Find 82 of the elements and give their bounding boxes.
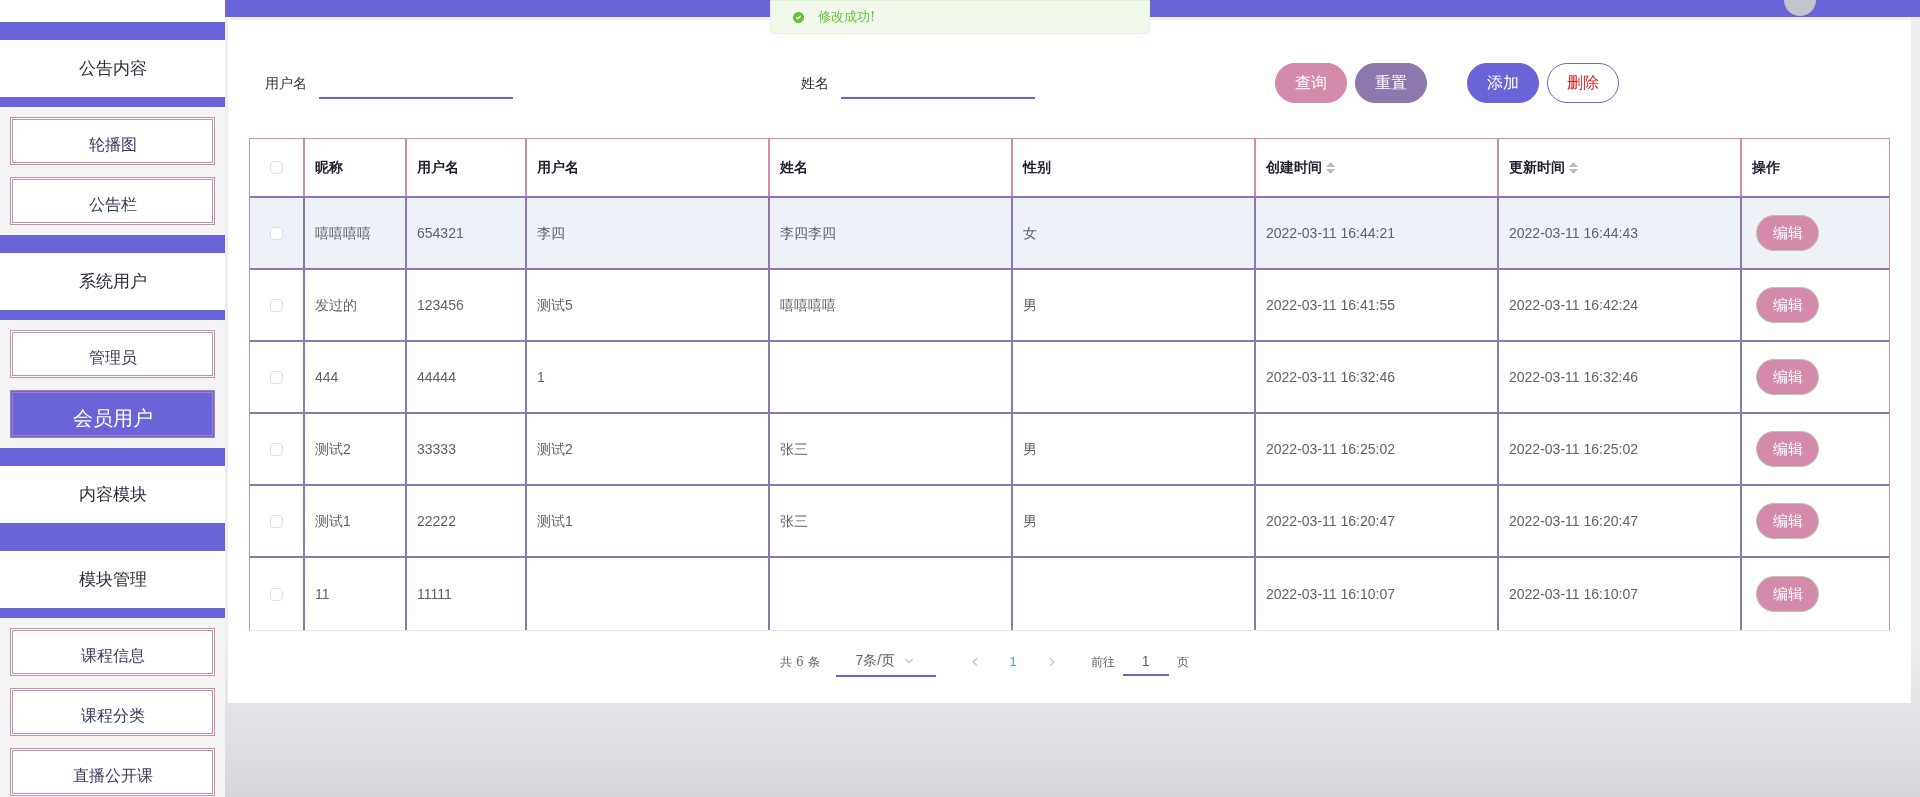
column-header: 操作 <box>1751 158 1781 177</box>
table-cell-text: 44444 <box>417 367 456 387</box>
column-header: 性别 <box>1013 139 1256 196</box>
menu-group[interactable]: 公告内容 <box>0 40 225 97</box>
table-cell-text: 2022-03-11 16:32:46 <box>1509 367 1638 387</box>
table-cell-text: 2022-03-11 16:44:21 <box>1266 223 1395 243</box>
search-label: 姓名 <box>800 73 829 93</box>
page-size-select[interactable]: 7条/页 <box>835 646 936 677</box>
search-label: 用户名 <box>264 73 307 93</box>
action-button[interactable]: 添加 <box>1467 63 1539 103</box>
action-button[interactable]: 删除 <box>1547 63 1619 103</box>
column-header[interactable]: 更新时间 <box>1499 139 1742 196</box>
table-row[interactable]: 444 44444 1 2022-03-11 16:32:46 2022-03-11 16:32:46 编辑 <box>250 342 1889 414</box>
table-cell-text: 2022-03-11 16:20:47 <box>1266 511 1395 531</box>
table-cell-text: 李四李四 <box>780 223 836 243</box>
column-header: 昵称 <box>305 139 407 196</box>
table-cell-text: 测试2 <box>315 439 351 459</box>
table-cell-text: 33333 <box>417 439 456 459</box>
table-cell-text: 测试1 <box>315 511 351 531</box>
menu-item[interactable]: 管理员 <box>10 330 215 378</box>
table-cell-text: 123456 <box>417 295 464 315</box>
table-cell-text: 发过的 <box>315 295 357 315</box>
success-icon <box>791 9 806 25</box>
menu-item[interactable]: 会员用户 <box>10 390 215 438</box>
table-cell-text: 2022-03-11 16:41:55 <box>1266 295 1395 315</box>
table-row[interactable]: 嘻嘻嘻嘻 654321 李四 李四李四 女 2022-03-11 16:44:21 2022-03-11 16:44:43 编辑 <box>250 198 1889 270</box>
toast-message: 修改成功! <box>818 8 876 27</box>
column-header[interactable]: 创建时间 <box>1256 139 1499 196</box>
goto-unit: 页 <box>1176 653 1189 671</box>
menu-group[interactable]: 系统用户 <box>0 253 225 310</box>
table-cell-text: 11111 <box>417 584 452 604</box>
table-cell-text: 2022-03-11 16:10:07 <box>1509 584 1638 604</box>
table-cell-text: 男 <box>1023 295 1037 315</box>
sort-icon[interactable] <box>1326 161 1335 174</box>
menu-item[interactable]: 课程信息 <box>10 628 215 676</box>
table-cell-text: 测试2 <box>537 439 573 459</box>
table-cell-text: 22222 <box>417 511 456 531</box>
table-cell-text: 1 <box>537 367 545 387</box>
column-header: 用户名 <box>527 139 770 196</box>
checkbox[interactable] <box>270 298 283 312</box>
table-cell-text: 男 <box>1023 439 1037 459</box>
checkbox[interactable] <box>270 370 283 384</box>
checkbox[interactable] <box>270 226 283 240</box>
table-cell-text: 2022-03-11 16:32:46 <box>1266 367 1395 387</box>
table-cell-text: 女 <box>1023 223 1037 243</box>
column-header: 用户名 <box>407 139 527 196</box>
table-row[interactable]: 发过的 123456 测试5 嘻嘻嘻嘻 男 2022-03-11 16:41:55 2022-03-11 16:42:24 编辑 <box>250 270 1889 342</box>
table-cell-text: 11 <box>315 584 330 604</box>
action-button[interactable]: 重置 <box>1355 63 1427 103</box>
table-cell-text: 嘻嘻嘻嘻 <box>780 295 836 315</box>
table-cell-text: 444 <box>315 367 339 387</box>
table-cell-text: 2022-03-11 16:25:02 <box>1509 439 1638 459</box>
column-header: 姓名 <box>770 139 1013 196</box>
checkbox[interactable] <box>270 587 283 601</box>
table-cell-text: 2022-03-11 16:25:02 <box>1266 439 1395 459</box>
table-cell-text: 2022-03-11 16:20:47 <box>1509 511 1638 531</box>
menu-item[interactable]: 轮播图 <box>10 117 215 165</box>
table-row[interactable]: 测试2 33333 测试2 张三 男 2022-03-11 16:25:02 2022-03-11 16:25:02 编辑 <box>250 414 1889 486</box>
table-cell-text: 张三 <box>780 511 808 531</box>
menu-item[interactable]: 公告栏 <box>10 177 215 225</box>
table-cell-text: 嘻嘻嘻嘻 <box>315 223 371 243</box>
menu-group[interactable]: 内容模块 <box>0 466 225 523</box>
table-cell-text: 2022-03-11 16:42:24 <box>1509 295 1638 315</box>
sort-icon[interactable] <box>1569 161 1578 174</box>
table-cell-text: 2022-03-11 16:10:07 <box>1266 584 1395 604</box>
table-cell-text: 张三 <box>780 439 808 459</box>
goto-field[interactable]: 1 <box>1122 647 1169 676</box>
menu-item[interactable]: 直播公开课 <box>10 748 215 796</box>
checkbox[interactable] <box>270 161 283 174</box>
table-cell-text: 测试1 <box>537 511 573 531</box>
menu-item[interactable]: 课程分类 <box>10 688 215 736</box>
checkbox[interactable] <box>270 514 283 528</box>
table-row[interactable]: 测试1 22222 测试1 张三 男 2022-03-11 16:20:47 2022-03-11 16:20:47 编辑 <box>250 486 1889 558</box>
table-cell-text: 2022-03-11 16:44:43 <box>1509 223 1638 243</box>
table-cell-text: 男 <box>1023 511 1037 531</box>
checkbox[interactable] <box>270 442 283 456</box>
table-cell-text: 李四 <box>537 223 565 243</box>
table-cell-text: 测试5 <box>537 295 573 315</box>
menu-group[interactable]: 模块管理 <box>0 551 225 608</box>
total-count: 共 6 条 <box>780 653 820 671</box>
goto-label: 前往 <box>1090 653 1115 671</box>
table-cell-text: 654321 <box>417 223 464 243</box>
